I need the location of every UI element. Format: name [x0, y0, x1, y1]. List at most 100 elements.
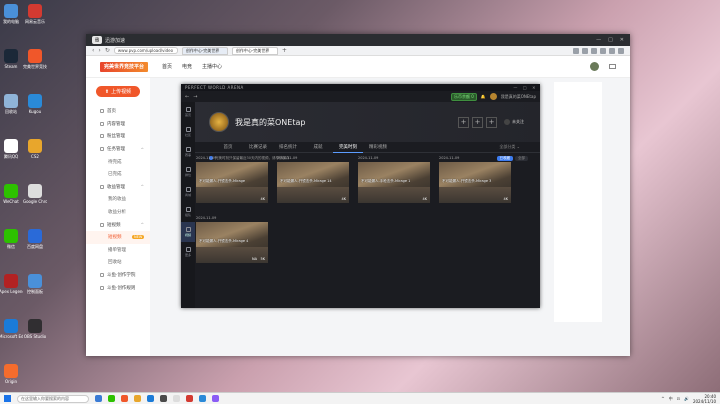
sidebar-item[interactable]: 回收站 — [86, 256, 150, 269]
clip-thumbnail[interactable]: 不可能漏人-开镜击杀-Mirage 4K — [196, 162, 268, 203]
game-back-button[interactable]: ← — [185, 94, 189, 100]
network-icon[interactable]: ⊡ — [677, 396, 680, 401]
game-nav-item[interactable]: 更多 — [181, 242, 195, 262]
taskbar-app-icon[interactable] — [212, 395, 219, 402]
profile-tab[interactable]: 比赛记录 — [243, 142, 273, 153]
forward-button[interactable]: › — [98, 47, 100, 54]
profile-tab[interactable]: 排名统计 — [273, 142, 303, 153]
sidebar-item[interactable]: 斗鱼·创作学院 — [86, 269, 150, 282]
toggle-all[interactable]: 全部 — [515, 155, 528, 161]
game-nav-item[interactable]: 赛事 — [181, 142, 195, 162]
desktop-icon[interactable]: Google Chrome — [23, 184, 47, 204]
sidebar-item[interactable]: 任务管理 ^ — [86, 143, 150, 156]
game-avatar[interactable] — [489, 93, 497, 100]
sidebar-item[interactable]: 粉丝管理 — [86, 130, 150, 143]
profile-avatar[interactable] — [209, 112, 229, 132]
desktop-icon[interactable]: 微信 — [0, 229, 22, 249]
menu-icon[interactable] — [618, 47, 624, 54]
desktop-icon[interactable]: 我的电脑 — [0, 4, 22, 24]
tray-expand-icon[interactable]: ^ — [661, 396, 664, 401]
volume-icon[interactable]: 🔊 — [684, 396, 689, 401]
taskbar-app-icon[interactable] — [121, 395, 128, 402]
extension-icon[interactable] — [582, 47, 588, 54]
desktop-icon[interactable]: 完美世界竞技平台 — [23, 49, 47, 69]
taskbar-app-icon[interactable] — [108, 395, 115, 402]
profile-tab[interactable]: 首页 — [213, 142, 243, 153]
taskbar-search[interactable]: 在这里输入你要搜索的内容 — [17, 394, 89, 403]
profile-tab[interactable]: 成就 — [303, 142, 333, 153]
extension-icon[interactable] — [609, 47, 615, 54]
coin-balance[interactable]: 乐币余额 0 — [450, 92, 477, 101]
game-minimize-button[interactable]: — — [513, 85, 518, 90]
follow-button[interactable]: 未关注 — [504, 119, 524, 125]
clip-thumbnail[interactable]: 不可能漏人-开镜击杀-Mirage 14 4K — [277, 162, 349, 203]
desktop-icon[interactable]: 回收站 — [0, 94, 22, 114]
sidebar-item[interactable]: 已完成 — [86, 168, 150, 181]
maximize-button[interactable]: □ — [608, 37, 613, 43]
clip-card[interactable]: 2024-11-09 不可能漏人-手枪击杀-Mirage 1 4K — [358, 156, 431, 203]
start-button[interactable] — [4, 395, 11, 402]
clip-thumbnail[interactable]: 不可能漏人-开镜击杀-Mirage 3 4K — [439, 162, 511, 203]
taskbar-app-icon[interactable] — [134, 395, 141, 402]
taskbar-app-icon[interactable] — [147, 395, 154, 402]
sidebar-item[interactable]: 收益管理 ^ — [86, 181, 150, 194]
game-nav-item[interactable]: 社区 — [181, 122, 195, 142]
nav-home[interactable]: 首页 — [162, 63, 172, 70]
desktop-icon[interactable]: OBS Studio — [24, 319, 46, 339]
category-filter-dropdown[interactable]: 全部分类 ⌄ — [499, 144, 520, 150]
desktop-icon[interactable]: Kugou — [24, 94, 46, 114]
clip-card[interactable]: 2024-11-09 不可能漏人-开镜击杀-Mirage 14 4K — [277, 156, 350, 203]
profile-tab[interactable]: 完美时刻 — [333, 142, 363, 153]
desktop-icon[interactable]: CS2 — [24, 139, 46, 159]
address-bar[interactable]: www.pvp.com/upload/video — [113, 47, 178, 54]
sidebar-item[interactable]: 斗鱼·创作规则 — [86, 281, 150, 294]
close-button[interactable]: ✕ — [620, 37, 624, 43]
sidebar-item[interactable]: 收益分析 — [86, 206, 150, 219]
sidebar-item[interactable]: 短视频 NEW — [86, 230, 150, 244]
game-nav-item[interactable]: 视频 — [181, 222, 195, 242]
extension-icon[interactable] — [591, 47, 597, 54]
profile-tab[interactable]: 精彩视频 — [363, 142, 393, 153]
extension-icon[interactable] — [600, 47, 606, 54]
desktop-icon[interactable]: Microsoft Edge — [0, 319, 23, 339]
desktop-icon[interactable]: Steam — [0, 49, 22, 69]
desktop-icon[interactable]: Apex Legends — [0, 274, 23, 294]
reload-button[interactable]: ↻ — [105, 47, 110, 54]
clock[interactable]: 20:40 2024/11/10 — [693, 394, 716, 404]
desktop-icon[interactable]: WeChat — [0, 184, 22, 204]
sidebar-item[interactable]: 短视频 ^ — [86, 218, 150, 231]
game-maximize-button[interactable]: □ — [523, 85, 527, 90]
browser-tab-2[interactable]: 创作中心-完美世界 — [231, 46, 278, 55]
game-nav-item[interactable]: 组队 — [181, 202, 195, 222]
game-nav-item[interactable]: 排位 — [181, 162, 195, 182]
taskbar-app-icon[interactable] — [160, 395, 167, 402]
extension-icon[interactable] — [573, 47, 579, 54]
browser-tab-1[interactable]: 创作中心-完美世界 — [181, 46, 228, 55]
sidebar-item[interactable]: 我的收益 — [86, 193, 150, 206]
desktop-icon[interactable]: 腾讯QQ — [0, 139, 22, 159]
game-username[interactable]: 我是真的菜ONEtap — [501, 94, 536, 100]
taskbar-app-icon[interactable] — [95, 395, 102, 402]
add-button[interactable]: + — [472, 116, 483, 128]
desktop-icon[interactable]: 控制面板 — [24, 274, 46, 294]
clip-card[interactable]: 2024-11-09 不可能漏人-开镜击杀-Mirage 3 4K — [439, 156, 512, 203]
add-button[interactable]: + — [486, 116, 497, 128]
game-nav-item[interactable]: 首页 — [181, 102, 195, 122]
sidebar-item[interactable]: 播单管理 — [86, 244, 150, 257]
bell-icon[interactable]: 🔔 — [481, 94, 486, 99]
mail-icon[interactable] — [609, 64, 616, 69]
desktop-icon[interactable]: 网易云音乐 — [24, 4, 46, 24]
game-close-button[interactable]: ✕ — [532, 85, 536, 90]
sidebar-item[interactable]: 首页 — [86, 105, 150, 118]
back-button[interactable]: ‹ — [92, 47, 94, 54]
game-nav-item[interactable]: 商城 — [181, 182, 195, 202]
upload-video-button[interactable]: ⬆ 上传视频 — [96, 86, 140, 97]
clip-thumbnail[interactable]: 不可能漏人-开镜击杀-Mirage 4 5K NA — [196, 222, 268, 263]
clip-card[interactable]: 2024-11-09 不可能漏人-开镜击杀-Mirage 4K — [196, 156, 269, 203]
add-button[interactable]: + — [458, 116, 469, 128]
clip-card[interactable]: 2024-11-09 不可能漏人-开镜击杀-Mirage 4 5K NA — [196, 216, 269, 263]
avatar[interactable] — [590, 62, 599, 71]
sidebar-item[interactable]: 待完成 — [86, 155, 150, 168]
nav-esports[interactable]: 电竞 — [182, 63, 192, 70]
minimize-button[interactable]: — — [596, 37, 601, 43]
